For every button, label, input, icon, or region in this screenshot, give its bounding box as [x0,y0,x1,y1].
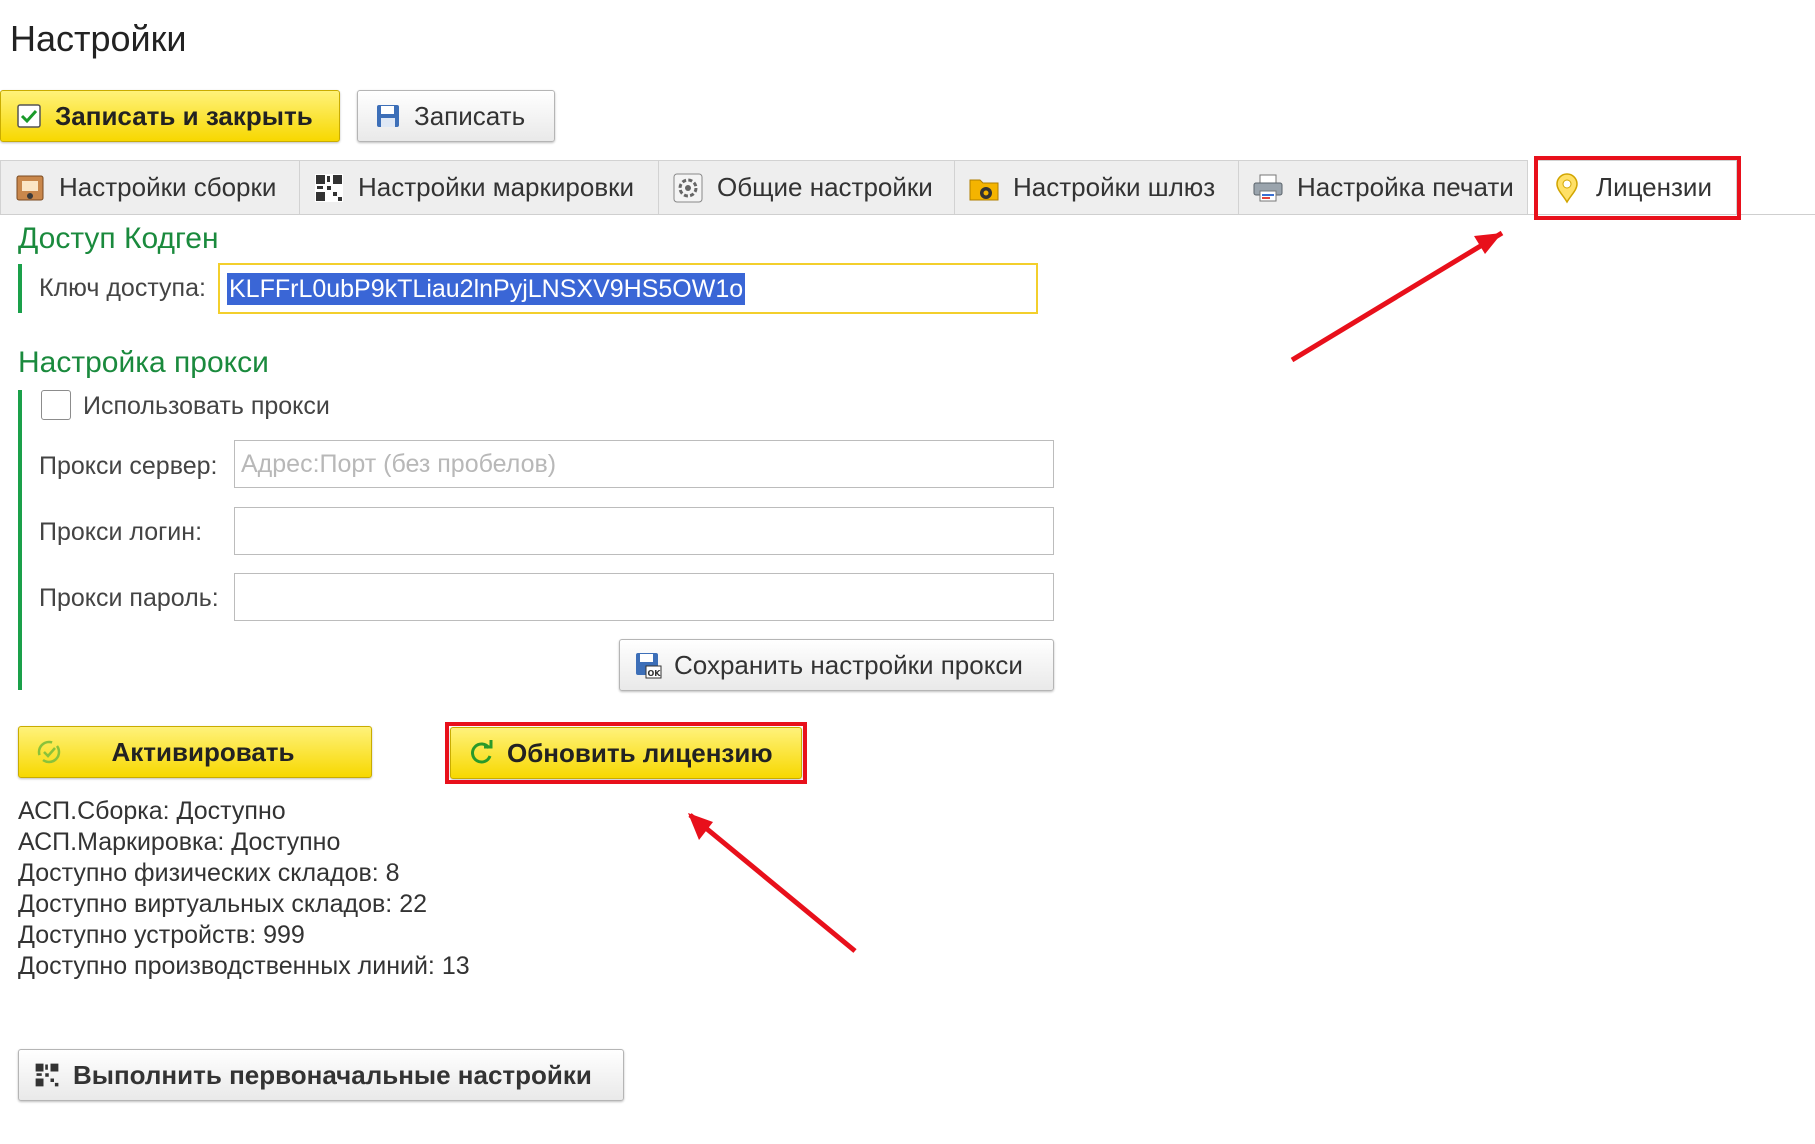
proxy-password-input[interactable] [234,573,1054,621]
arrow-head [1474,233,1502,254]
initial-setup-button[interactable]: Выполнить первоначальные настройки [18,1049,624,1101]
refresh-license-button[interactable]: Обновить лицензию [450,727,802,779]
floppy-disk-icon [374,102,402,130]
save-button[interactable]: Записать [357,90,555,142]
access-key-selected-text: KLFFrL0ubP9kTLiau2lnPyjLNSXV9HS5OW1o [227,273,746,305]
use-proxy-label[interactable]: Использовать прокси [83,392,330,421]
proxy-password-label: Прокси пароль: [39,584,219,612]
license-info-line: Доступно виртуальных складов: 22 [18,890,428,918]
access-section-title: Доступ Кодген [18,222,219,255]
tab-print-settings[interactable]: Настройка печати [1238,160,1528,214]
save-label: Записать [414,100,526,131]
assembly-icon [13,171,47,205]
tab-label: Настройка печати [1297,172,1514,202]
proxy-server-input[interactable] [234,440,1054,488]
svg-text:OK: OK [648,669,662,678]
tab-label: Общие настройки [717,172,933,202]
qr-code-icon [33,1061,61,1089]
refresh-check-icon [35,738,63,766]
floppy-ok-icon: OK [634,651,662,679]
save-and-close-button[interactable]: Записать и закрыть [0,90,340,142]
qr-code-icon [312,171,346,205]
tab-label: Настройки маркировки [358,172,635,202]
refresh-icon [467,739,495,767]
arrow-head [688,813,713,840]
arrow-to-refresh-button [688,813,857,953]
save-proxy-settings-label: Сохранить настройки прокси [674,649,1023,680]
check-document-icon [15,102,43,130]
license-badge-icon [1550,171,1584,205]
proxy-login-input[interactable] [234,507,1054,555]
tab-label: Настройки шлюз [1013,172,1216,202]
tab-gateway-settings[interactable]: Настройки шлюз [954,160,1239,214]
printer-icon [1251,171,1285,205]
proxy-group-bar [18,390,22,690]
proxy-server-label: Прокси сервер: [39,452,218,480]
folder-gear-icon [967,171,1001,205]
tab-assembly-settings[interactable]: Настройки сборки [0,160,300,214]
tab-bar: Настройки сборки Настройки маркировки Об… [0,160,1815,215]
license-info-line: АСП.Маркировка: Доступно [18,828,341,856]
license-info-line: Доступно физических складов: 8 [18,859,400,887]
refresh-license-label: Обновить лицензию [507,737,773,768]
initial-setup-label: Выполнить первоначальные настройки [73,1059,592,1090]
tab-marking-settings[interactable]: Настройки маркировки [299,160,659,214]
activate-label: Активировать [111,736,295,767]
tab-label: Настройки сборки [59,172,277,202]
tab-general-settings[interactable]: Общие настройки [658,160,955,214]
save-and-close-label: Записать и закрыть [55,100,313,131]
access-group-bar [18,264,22,313]
activate-button[interactable]: Активировать [18,726,372,778]
save-proxy-settings-button[interactable]: OK Сохранить настройки прокси [619,639,1054,691]
use-proxy-checkbox[interactable] [41,390,71,420]
access-key-label: Ключ доступа: [39,274,206,302]
arrow-to-licenses-tab [1290,230,1504,363]
license-info-line: Доступно устройств: 999 [18,921,305,949]
license-info-line: АСП.Сборка: Доступно [18,797,286,825]
proxy-login-label: Прокси логин: [39,518,203,546]
gear-icon [671,171,705,205]
tab-label: Лицензии [1596,172,1712,202]
page-title: Настройки [10,18,187,59]
proxy-section-title: Настройка прокси [18,346,269,379]
license-info-line: Доступно производственных линий: 13 [18,952,470,980]
tab-licenses[interactable]: Лицензии [1537,160,1737,214]
